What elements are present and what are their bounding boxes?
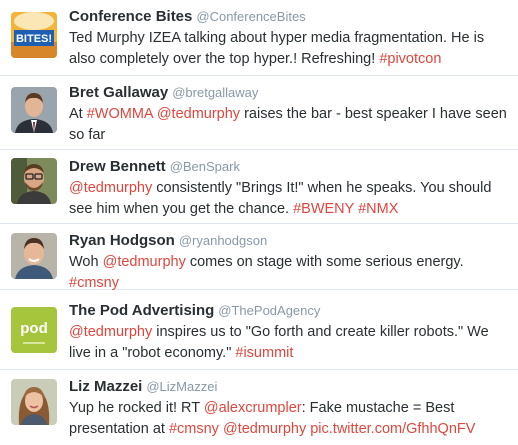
bites-logo-text: BITES! <box>16 33 52 45</box>
author-handle[interactable]: @BenSpark <box>170 159 240 174</box>
text-segment: Yup he rocked it! RT <box>69 400 204 416</box>
tweet[interactable]: Drew Bennett @BenSpark @tedmurphy consist… <box>0 150 518 224</box>
avatar-drew-bennett[interactable] <box>11 158 57 204</box>
author-handle[interactable]: @ThePodAgency <box>218 303 320 318</box>
hashtag-link[interactable]: #cmsny <box>169 421 219 437</box>
author-name[interactable]: Conference Bites <box>69 8 192 25</box>
tweet-header: Liz Mazzei @LizMazzei <box>69 378 217 396</box>
avatar-ryan-hodgson[interactable] <box>11 233 57 279</box>
tweet-text: @tedmurphy consistently "Brings It!" whe… <box>69 178 509 220</box>
text-segment: comes on stage with some serious energy. <box>185 254 464 270</box>
hashtag-link[interactable]: #cmsny <box>69 275 119 291</box>
mention-link[interactable]: @tedmurphy <box>69 324 152 340</box>
user-photo-icon <box>11 233 57 279</box>
hashtag-link[interactable]: #NMX <box>358 201 398 217</box>
author-handle[interactable]: @ConferenceBites <box>196 9 305 24</box>
tweet-feed: BITES! Conference Bites @ConferenceBites … <box>0 0 518 445</box>
tweet-header: Drew Bennett @BenSpark <box>69 158 240 176</box>
author-name[interactable]: Drew Bennett <box>69 158 166 175</box>
author-name[interactable]: The Pod Advertising <box>69 302 214 319</box>
hashtag-link[interactable]: #pivotcon <box>379 51 441 67</box>
author-handle[interactable]: @ryanhodgson <box>179 233 267 248</box>
user-photo-icon <box>11 158 57 204</box>
user-photo-icon <box>11 379 57 425</box>
tweet[interactable]: Liz Mazzei @LizMazzei Yup he rocked it! R… <box>0 370 518 445</box>
author-handle[interactable]: @bretgallaway <box>172 85 258 100</box>
author-handle[interactable]: @LizMazzei <box>146 379 217 394</box>
tweet-text: Yup he rocked it! RT @alexcrumpler: Fake… <box>69 398 509 440</box>
author-name[interactable]: Ryan Hodgson <box>69 232 175 249</box>
avatar-conference-bites[interactable]: BITES! <box>11 12 57 58</box>
mention-link[interactable]: @tedmurphy <box>103 254 186 270</box>
bites-logo-icon: BITES! <box>11 12 57 58</box>
text-segment: Woh <box>69 254 103 270</box>
tweet-text: @tedmurphy inspires us to "Go forth and … <box>69 322 509 364</box>
mention-link[interactable]: @alexcrumpler <box>204 400 302 416</box>
tweet-header: Ryan Hodgson @ryanhodgson <box>69 232 267 250</box>
mention-link[interactable]: @tedmurphy <box>157 106 240 122</box>
tweet-text: Woh @tedmurphy comes on stage with some … <box>69 252 509 294</box>
pod-logo-text: pod <box>20 320 48 337</box>
avatar-bret-gallaway[interactable] <box>11 87 57 133</box>
author-name[interactable]: Liz Mazzei <box>69 378 142 395</box>
hashtag-link[interactable]: #BWENY <box>293 201 354 217</box>
hashtag-link[interactable]: #isummit <box>235 345 293 361</box>
hashtag-link[interactable]: #WOMMA <box>87 106 153 122</box>
tweet-header: The Pod Advertising @ThePodAgency <box>69 302 320 320</box>
tweet[interactable]: Bret Gallaway @bretgallaway At #WOMMA @te… <box>0 76 518 150</box>
tweet[interactable]: BITES! Conference Bites @ConferenceBites … <box>0 0 518 76</box>
tweet-header: Conference Bites @ConferenceBites <box>69 8 306 26</box>
photo-link[interactable]: pic.twitter.com/GfhhQnFV <box>310 421 475 437</box>
avatar-liz-mazzei[interactable] <box>11 379 57 425</box>
text-segment: At <box>69 106 87 122</box>
user-photo-icon <box>11 87 57 133</box>
tweet-text: Ted Murphy IZEA talking about hyper medi… <box>69 28 509 70</box>
tweet[interactable]: Ryan Hodgson @ryanhodgson Woh @tedmurphy … <box>0 224 518 291</box>
tweet[interactable]: pod The Pod Advertising @ThePodAgency @te… <box>0 290 518 370</box>
mention-link[interactable]: @tedmurphy <box>69 180 152 196</box>
mention-link[interactable]: @tedmurphy <box>223 421 306 437</box>
pod-logo-icon: pod <box>11 307 57 353</box>
tweet-header: Bret Gallaway @bretgallaway <box>69 84 258 102</box>
avatar-the-pod-advertising[interactable]: pod <box>11 307 57 353</box>
tweet-text: At #WOMMA @tedmurphy raises the bar - be… <box>69 104 509 146</box>
author-name[interactable]: Bret Gallaway <box>69 84 168 101</box>
